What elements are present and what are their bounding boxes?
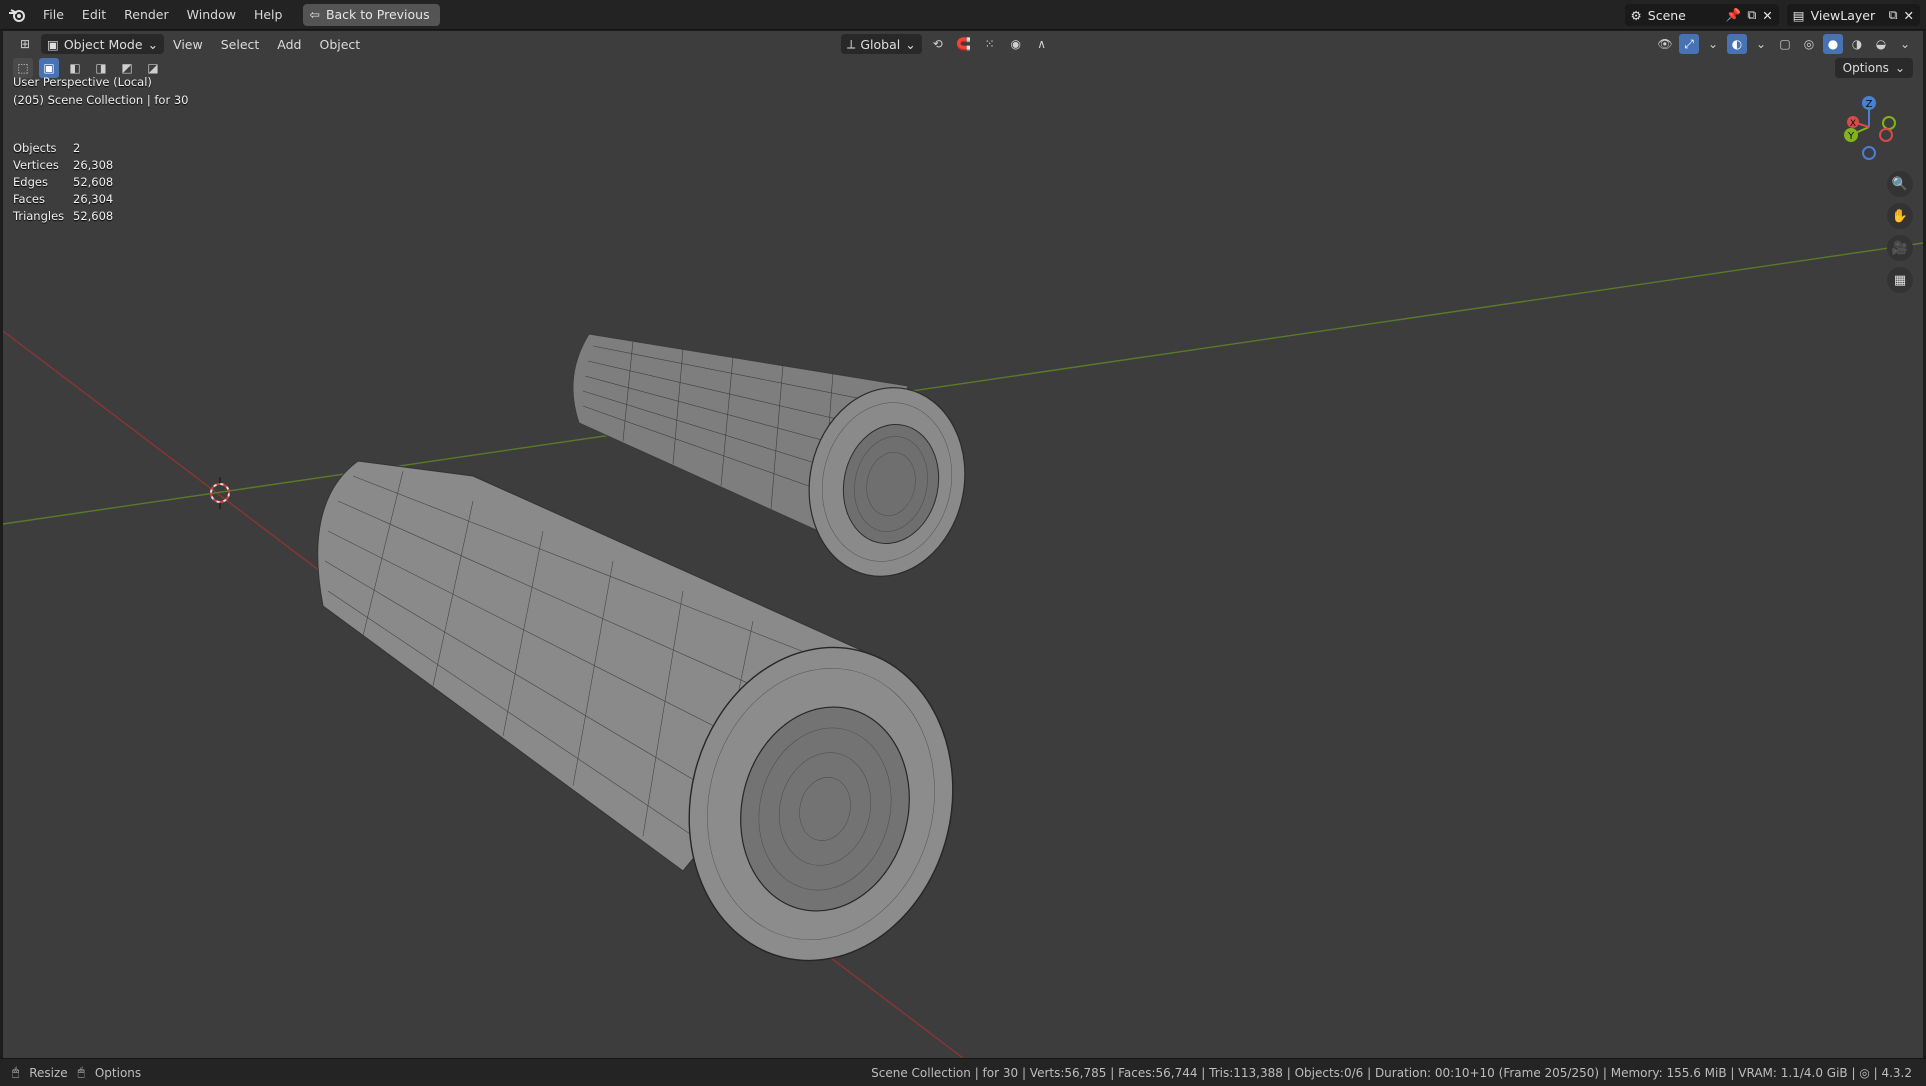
menu-object[interactable]: Object — [310, 37, 369, 52]
material-shading-icon[interactable]: ◑ — [1847, 34, 1867, 54]
stat-row: Faces 26,304 — [13, 191, 113, 208]
options-hint: Options — [94, 1065, 142, 1080]
orientation-icon: ⟂ — [847, 36, 856, 51]
x-axis-label: X — [1850, 119, 1856, 129]
viewport-display-tools: 👁 ⤢ ⌄ ◐ ⌄ ▢ ◎ ● ◑ ◒ ⌄ — [1655, 34, 1915, 54]
remove-scene-icon[interactable]: ✕ — [1762, 8, 1772, 23]
view-layer-icon: ▤ — [1792, 7, 1805, 23]
zoom-icon[interactable]: 🔍 — [1887, 171, 1913, 197]
perspective-label: User Perspective (Local) — [13, 75, 152, 89]
stat-label: Vertices — [13, 158, 59, 172]
copy-view-layer-icon[interactable]: ⧉ — [1889, 7, 1898, 23]
scene-name[interactable]: Scene — [1648, 8, 1720, 23]
object-mode-icon: ▣ — [47, 36, 59, 52]
3d-viewport[interactable]: ⊞ ▣ Object Mode ⌄ View Select Add Object… — [3, 31, 1923, 1058]
stat-label: Faces — [13, 192, 45, 206]
stat-row: Vertices 26,308 — [13, 157, 113, 174]
stat-value: 26,304 — [73, 192, 114, 206]
rendered-shading-icon[interactable]: ◒ — [1871, 34, 1891, 54]
stat-row: Objects 2 — [13, 140, 113, 157]
snap-icon[interactable]: 🧲 — [954, 34, 974, 54]
resize-hint: Resize — [29, 1065, 68, 1080]
collection-label: (205) Scene Collection | for 30 — [13, 93, 189, 107]
grid-perspective-icon[interactable]: ▦ — [1887, 267, 1913, 293]
menu-select[interactable]: Select — [212, 37, 269, 52]
top-menu-bar: File Edit Render Window Help ⇦ Back to P… — [0, 0, 1926, 30]
menu-add[interactable]: Add — [268, 37, 310, 52]
solid-shading-icon[interactable]: ● — [1823, 34, 1843, 54]
stat-value: 52,608 — [73, 175, 114, 189]
menu-window[interactable]: Window — [178, 0, 245, 30]
scene-status-info: Scene Collection | for 30 | Verts:56,785… — [871, 1065, 1912, 1080]
mouse-right-icon: 🖱 — [77, 1065, 85, 1079]
viewport-canvas[interactable] — [3, 31, 1923, 1058]
back-to-previous-label: Back to Previous — [325, 7, 430, 22]
overlay-toggle-icon[interactable]: ◐ — [1727, 34, 1747, 54]
view-layer-name[interactable]: ViewLayer — [1811, 8, 1883, 23]
menu-view[interactable]: View — [164, 37, 212, 52]
camera-view-icon[interactable]: 🎥 — [1887, 235, 1913, 261]
z-axis-label: Z — [1866, 99, 1873, 110]
blender-logo-icon[interactable] — [0, 0, 34, 30]
chevron-down-icon: ⌄ — [1894, 61, 1905, 75]
options-label: Options — [1842, 61, 1889, 75]
stat-value: 52,608 — [73, 209, 114, 223]
stat-label: Triangles — [13, 209, 65, 223]
editor-type-icon[interactable]: ⊞ — [15, 34, 35, 54]
viewport-info-overlay: User Perspective (Local) (205) Scene Col… — [13, 73, 188, 109]
stat-label: Objects — [13, 141, 57, 155]
overlay-dropdown-icon[interactable]: ⌄ — [1751, 34, 1771, 54]
gizmo-dropdown-icon[interactable]: ⌄ — [1703, 34, 1723, 54]
menu-file[interactable]: File — [34, 0, 73, 30]
back-icon: ⇦ — [309, 7, 320, 22]
gizmo-toggle-icon[interactable]: ⤢ — [1679, 34, 1699, 54]
viewport-header: ⊞ ▣ Object Mode ⌄ View Select Add Object… — [3, 31, 1923, 57]
options-dropdown[interactable]: Options ⌄ — [1834, 58, 1913, 78]
view-layer-selector[interactable]: ▤ ViewLayer ⧉ ✕ — [1786, 4, 1920, 26]
scene-statistics: Objects 2 Vertices 26,308 Edges 52,608 Face… — [13, 140, 113, 225]
orientation-dropdown[interactable]: ⟂ Global ⌄ — [841, 34, 922, 54]
stat-row: Triangles 52,608 — [13, 208, 113, 225]
snap-target-icon[interactable]: ⁙ — [980, 34, 1000, 54]
menu-render[interactable]: Render — [115, 0, 178, 30]
chevron-down-icon: ⌄ — [147, 36, 159, 52]
orientation-label: Global — [860, 36, 901, 52]
status-bar: 🖱 Resize 🖱 Options Scene Collection | fo… — [0, 1058, 1926, 1086]
status-hints: 🖱 Resize 🖱 Options — [0, 1065, 141, 1080]
chevron-down-icon: ⌄ — [905, 36, 916, 52]
navigation-gizmo[interactable]: Z Y X — [1837, 91, 1907, 171]
wireframe-shading-icon[interactable]: ◎ — [1799, 34, 1819, 54]
menu-edit[interactable]: Edit — [73, 0, 115, 30]
stat-row: Edges 52,608 — [13, 174, 113, 191]
scene-icon: ⚙ — [1630, 7, 1642, 23]
remove-view-layer-icon[interactable]: ✕ — [1904, 8, 1914, 23]
shading-dropdown-icon[interactable]: ⌄ — [1895, 34, 1915, 54]
pan-hand-icon[interactable]: ✋ — [1887, 203, 1913, 229]
workspace-selectors: ⚙ Scene 📌 ⧉ ✕ ▤ ViewLayer ⧉ ✕ — [1624, 4, 1920, 26]
copy-scene-icon[interactable]: ⧉ — [1747, 7, 1756, 23]
menu-help[interactable]: Help — [245, 0, 292, 30]
stat-value: 2 — [73, 141, 81, 155]
stat-value: 26,308 — [73, 158, 114, 172]
mouse-icon: 🖱 — [12, 1065, 20, 1079]
pin-icon[interactable]: 📌 — [1726, 7, 1742, 23]
stat-label: Edges — [13, 175, 48, 189]
y-axis-label: Y — [1847, 131, 1855, 142]
transform-tools: ⟂ Global ⌄ ⟲ 🧲 ⁙ ◉ ∧ — [841, 34, 1052, 54]
object-mode-label: Object Mode — [63, 36, 143, 52]
falloff-icon[interactable]: ∧ — [1032, 34, 1052, 54]
back-to-previous-button[interactable]: ⇦ Back to Previous — [303, 3, 440, 26]
proportional-edit-icon[interactable]: ◉ — [1006, 34, 1026, 54]
object-mode-dropdown[interactable]: ▣ Object Mode ⌄ — [41, 34, 165, 54]
xray-icon[interactable]: ▢ — [1775, 34, 1795, 54]
viewport-nav-buttons: 🔍 ✋ 🎥 ▦ — [1887, 171, 1913, 293]
visibility-icon[interactable]: 👁 — [1655, 34, 1675, 54]
scene-selector[interactable]: ⚙ Scene 📌 ⧉ ✕ — [1624, 4, 1779, 26]
pivot-icon[interactable]: ⟲ — [928, 34, 948, 54]
